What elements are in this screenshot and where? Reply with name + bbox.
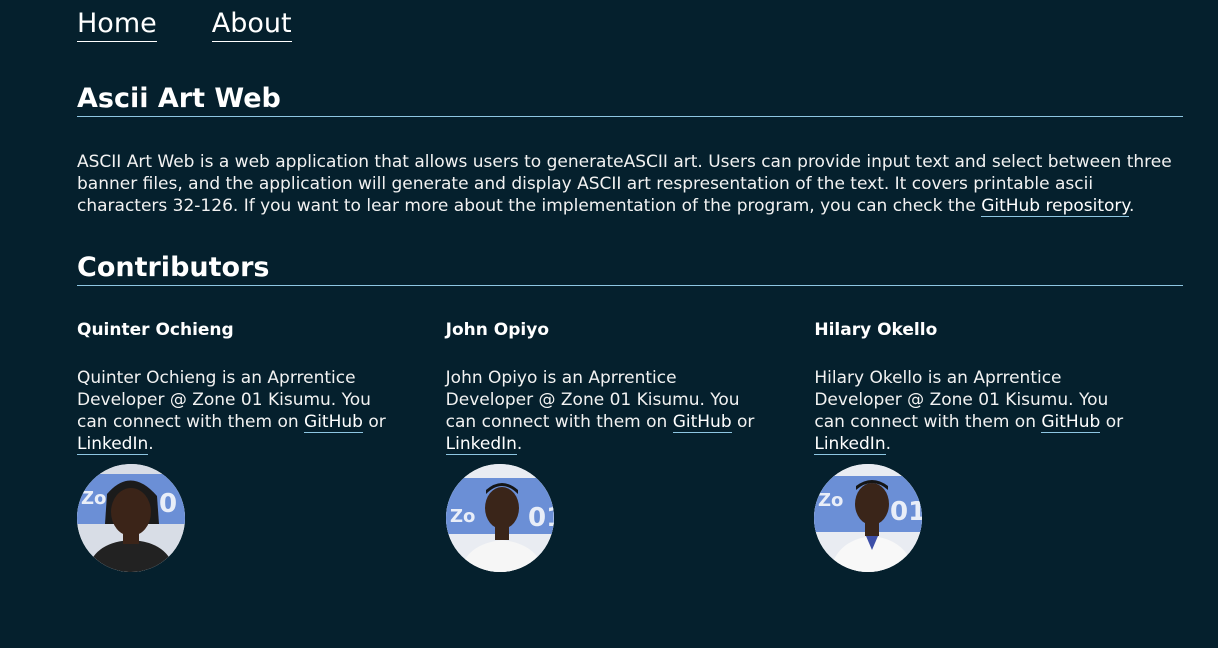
contributor-bio: Quinter Ochieng is an Aprrentice Develop… <box>77 367 397 455</box>
github-link[interactable]: GitHub <box>672 412 732 433</box>
contributor-bio: Hilary Okello is an Aprrentice Developer… <box>814 367 1134 455</box>
avatar-photo: Zo 0 <box>77 464 185 572</box>
intro-paragraph: ASCII Art Web is a web application that … <box>77 151 1183 217</box>
contributor-name: Quinter Ochieng <box>77 320 234 340</box>
linkedin-link[interactable]: LinkedIn <box>77 434 149 455</box>
contributor-card: Hilary Okello Hilary Okello is an Aprren… <box>814 319 1183 572</box>
svg-text:Zo: Zo <box>818 490 843 511</box>
avatar-photo: Zo 01 <box>445 464 554 572</box>
contributor-name: Hilary Okello <box>814 320 938 340</box>
github-link[interactable]: GitHub <box>1041 412 1101 433</box>
contributor-card: Quinter Ochieng Quinter Ochieng is an Ap… <box>77 319 446 572</box>
avatar: Zo 01 <box>814 464 923 572</box>
bio-or: or <box>731 412 755 432</box>
avatar-photo: Zo 01 <box>814 464 923 572</box>
contributors-heading: Contributors <box>77 251 1183 286</box>
svg-text:01: 01 <box>528 503 554 533</box>
contributor-card: John Opiyo John Opiyo is an Aprrentice D… <box>445 319 815 572</box>
page: Home About Ascii Art Web ASCII Art Web i… <box>0 0 1218 648</box>
intro-period: . <box>1129 196 1135 216</box>
bio-or: or <box>1100 412 1124 432</box>
nav-about-link[interactable]: About <box>211 7 292 42</box>
contributor-bio: John Opiyo is an Aprrentice Developer @ … <box>445 367 766 455</box>
top-nav: Home About <box>77 7 292 42</box>
bio-period: . <box>516 434 523 454</box>
github-repository-link[interactable]: GitHub repository <box>981 196 1130 217</box>
page-title: Ascii Art Web <box>77 82 1183 117</box>
linkedin-link[interactable]: LinkedIn <box>445 434 517 455</box>
bio-period: . <box>885 434 891 454</box>
avatar: Zo 01 <box>445 464 554 572</box>
bio-or: or <box>362 412 386 432</box>
contributor-name: John Opiyo <box>445 320 550 340</box>
svg-text:Zo: Zo <box>450 506 475 527</box>
main-content: Ascii Art Web ASCII Art Web is a web app… <box>77 82 1183 572</box>
github-link[interactable]: GitHub <box>304 412 363 433</box>
bio-period: . <box>148 434 154 454</box>
nav-home-link[interactable]: Home <box>77 7 157 42</box>
svg-text:0: 0 <box>159 489 177 519</box>
linkedin-link[interactable]: LinkedIn <box>814 434 886 455</box>
svg-text:01: 01 <box>890 497 922 527</box>
avatar: Zo 0 <box>77 464 185 572</box>
contributors-list: Quinter Ochieng Quinter Ochieng is an Ap… <box>77 319 1183 572</box>
svg-text:Zo: Zo <box>81 488 106 509</box>
